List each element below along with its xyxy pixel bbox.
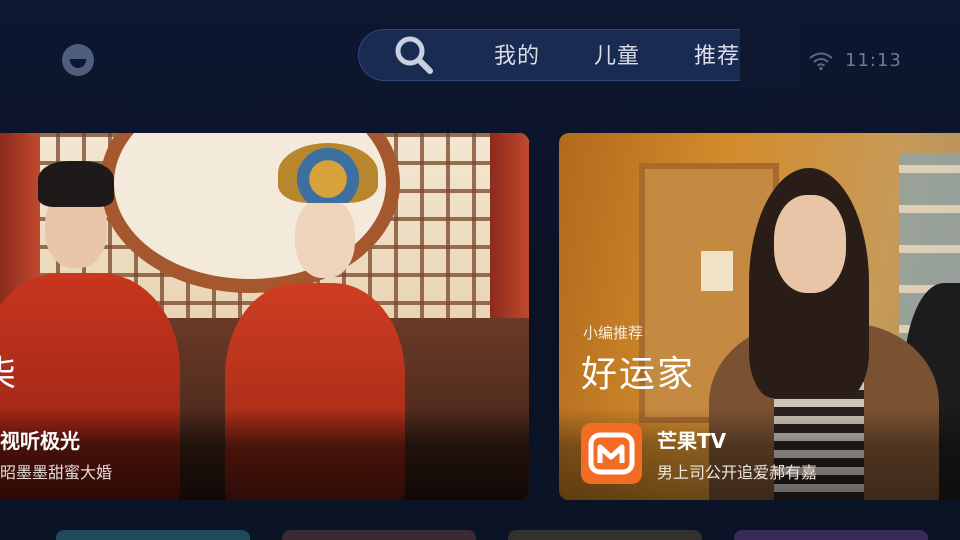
tab-kids[interactable]: 儿童 (594, 38, 640, 70)
card-caption-shade (0, 408, 529, 500)
avatar-smile (70, 59, 86, 68)
bride-crown (278, 143, 378, 203)
search-icon[interactable] (392, 33, 436, 77)
card-left-subtitle: 昭墨墨甜蜜大婚 (0, 463, 113, 482)
card-right-subtitle: 男上司公开追爱郝有嘉 (657, 463, 818, 482)
user-avatar-icon[interactable] (62, 44, 94, 76)
card-left-big-title: 柒 (0, 345, 16, 397)
clock-time: 11:13 (845, 50, 902, 71)
mango-tv-logo-icon (581, 423, 642, 484)
tv-home-screen: 我的 儿童 推荐 11:13 柒 视听极光 昭墨墨甜蜜大婚 (0, 0, 960, 540)
bride-head (295, 198, 355, 278)
next-row-card[interactable] (734, 530, 928, 540)
card-right-title: 好运家 (581, 354, 696, 395)
next-row-card[interactable] (56, 530, 250, 540)
featured-card-left[interactable]: 柒 视听极光 昭墨墨甜蜜大婚 (0, 133, 529, 500)
next-row-card[interactable] (282, 530, 476, 540)
curtain-right (490, 133, 529, 333)
groom-hat (38, 161, 114, 207)
app-name: 芒果TV (657, 429, 727, 453)
next-row-card[interactable] (508, 530, 702, 540)
tab-recommend[interactable]: 推荐 (694, 38, 740, 70)
card-left-title: 视听极光 (0, 429, 80, 453)
editor-pick-label: 小编推荐 (583, 324, 644, 342)
nav-overflow-mask (740, 24, 800, 86)
tab-mine[interactable]: 我的 (494, 38, 540, 70)
door-sign (701, 251, 733, 291)
woman-face (774, 195, 846, 293)
wifi-icon (809, 52, 833, 71)
featured-card-right[interactable]: 小编推荐 好运家 芒果TV 男上司公开追爱郝有嘉 (559, 133, 960, 500)
